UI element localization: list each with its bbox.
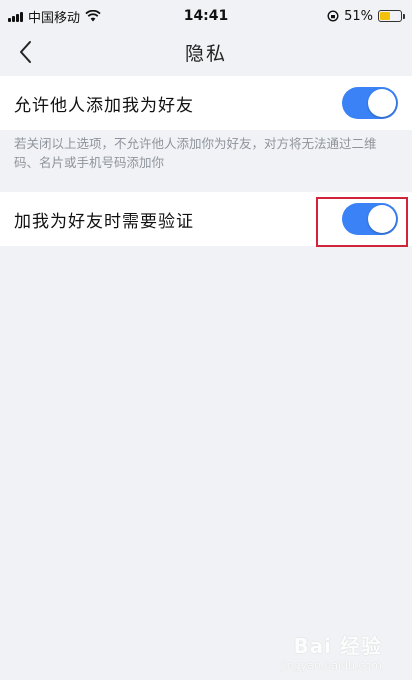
status-right: 51% <box>327 8 405 24</box>
rotation-lock-icon <box>327 10 339 22</box>
toggle-allow-add-friend[interactable] <box>342 87 398 119</box>
hint-text: 若关闭以上选项，不允许他人添加你为好友，对方将无法通过二维码、名片或手机号码添加… <box>14 136 377 170</box>
setting-row-allow-add-friend: 允许他人添加我为好友 <box>0 76 412 130</box>
battery-icon <box>378 10 405 22</box>
nav-bar: 隐私 <box>0 32 412 72</box>
watermark: Bai 经验 jingyan.baidu.com <box>280 630 382 672</box>
battery-percent: 51% <box>344 8 373 24</box>
watermark-url: jingyan.baidu.com <box>280 659 382 672</box>
status-bar: 中国移动 14:41 51% <box>0 0 412 32</box>
chevron-left-icon <box>20 41 31 63</box>
back-button[interactable] <box>12 36 38 68</box>
page-title: 隐私 <box>184 42 227 65</box>
toggle-knob <box>368 89 396 117</box>
setting-label-allow-add-friend: 允许他人添加我为好友 <box>14 95 194 116</box>
highlight-annotation <box>316 197 408 247</box>
setting-label-require-verification: 加我为好友时需要验证 <box>14 211 194 232</box>
battery-fill <box>380 12 391 20</box>
watermark-logo: Bai 经验 <box>293 634 382 658</box>
